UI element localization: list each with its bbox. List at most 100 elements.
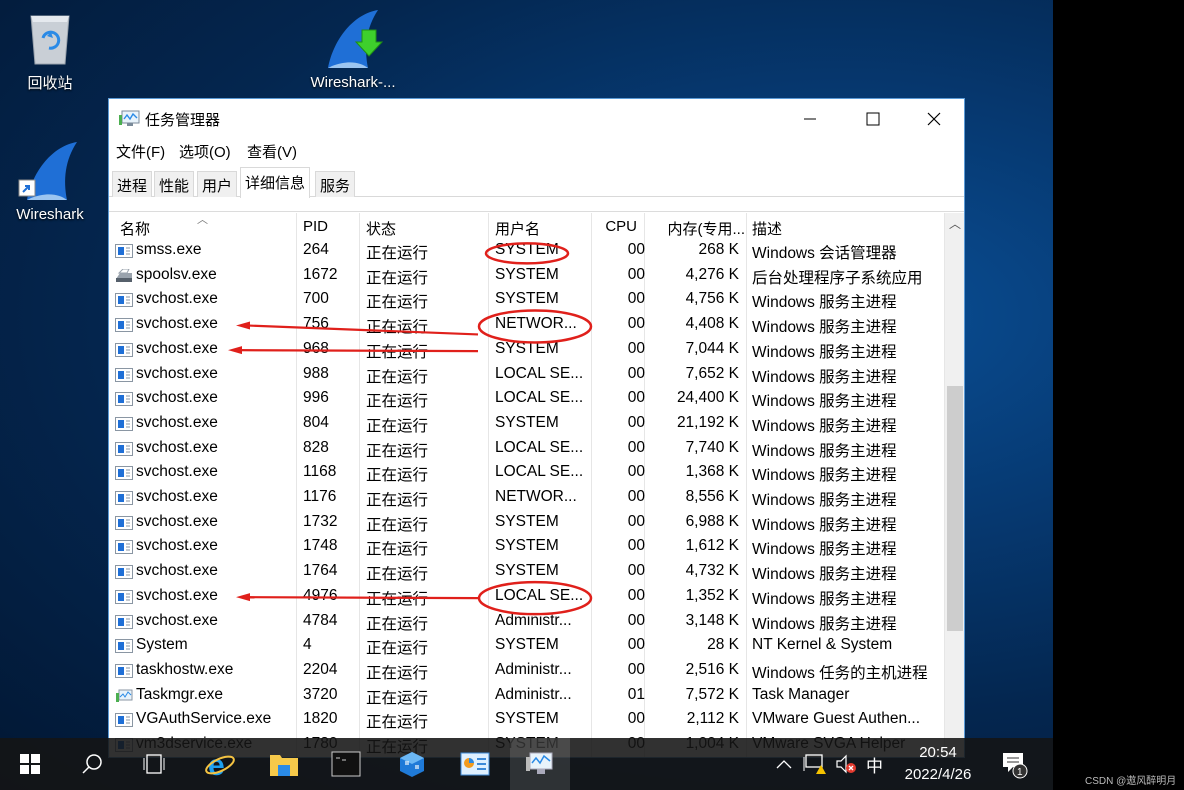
process-description: Windows 服务主进程 [752,562,942,584]
taskbar-command-prompt[interactable] [322,738,370,790]
process-status: 正在运行 [366,686,491,708]
network-status-button[interactable] [800,738,828,790]
scroll-up-arrow-icon[interactable]: ︿ [945,213,965,233]
title-bar[interactable]: 任务管理器 [109,99,964,139]
process-cpu: 00 [595,661,645,679]
process-row[interactable]: svchost.exe1176正在运行NETWOR...008,556 KWin… [109,486,944,511]
column-header-cpu[interactable]: CPU [595,213,637,239]
taskbar-task-manager[interactable] [510,738,570,790]
wireshark-installer-icon [318,8,388,70]
process-memory: 2,516 K [645,661,739,679]
process-row[interactable]: taskhostw.exe2204正在运行Administr...002,516… [109,659,944,684]
process-memory: 3,148 K [645,612,739,630]
desktop-icon-label: Wireshark [0,206,100,223]
task-view-button[interactable] [132,738,176,790]
process-name: svchost.exe [136,537,296,555]
process-description: Windows 服务主进程 [752,488,942,510]
tab-details[interactable]: 详细信息 [240,167,310,198]
process-row[interactable]: svchost.exe1764正在运行SYSTEM004,732 KWindow… [109,560,944,585]
clock[interactable]: 20:54 2022/4/26 [888,742,988,786]
tab-processes[interactable]: 进程 [112,171,152,197]
process-name: spoolsv.exe [136,266,296,284]
process-cpu: 00 [595,513,645,531]
process-username: SYSTEM [495,266,595,284]
column-header-pid[interactable]: PID [303,213,363,239]
process-row[interactable]: svchost.exe828正在运行LOCAL SE...007,740 KWi… [109,437,944,462]
cube-app-icon [397,749,427,779]
recycle-bin-icon [23,8,77,68]
maximize-button[interactable] [850,99,896,139]
tab-services[interactable]: 服务 [315,171,355,197]
close-button[interactable] [911,99,957,139]
process-row[interactable]: spoolsv.exe1672正在运行SYSTEM004,276 K后台处理程序… [109,264,944,289]
process-status: 正在运行 [366,463,491,485]
process-name: smss.exe [136,241,296,259]
process-description: VMware Guest Authen... [752,710,942,728]
desktop-icon-wireshark-installer[interactable]: Wireshark-... [303,8,403,91]
process-row[interactable]: svchost.exe968正在运行SYSTEM007,044 KWindows… [109,338,944,363]
action-center-button[interactable]: 1 [992,738,1036,790]
column-header-description[interactable]: 描述 [752,213,932,239]
taskbar-internet-explorer[interactable]: e [196,738,244,790]
process-pid: 4 [303,636,363,654]
process-row[interactable]: svchost.exe756正在运行NETWOR...004,408 KWind… [109,313,944,338]
tab-performance[interactable]: 性能 [154,171,194,197]
scroll-thumb[interactable] [947,386,963,631]
process-row[interactable]: svchost.exe996正在运行LOCAL SE...0024,400 KW… [109,387,944,412]
column-header-memory[interactable]: 内存(专用... [647,213,745,239]
process-pid: 3720 [303,686,363,704]
desktop-icon-recycle-bin[interactable]: 回收站 [0,8,100,93]
process-row[interactable]: System4正在运行SYSTEM0028 KNT Kernel & Syste… [109,634,944,659]
process-row[interactable]: svchost.exe4784正在运行Administr...003,148 K… [109,610,944,635]
process-memory: 7,740 K [645,439,739,457]
process-row[interactable]: svchost.exe1732正在运行SYSTEM006,988 KWindow… [109,511,944,536]
process-cpu: 00 [595,562,645,580]
printer-icon [115,269,133,283]
process-description: Windows 服务主进程 [752,513,942,535]
window-title: 任务管理器 [145,109,220,130]
process-row[interactable]: svchost.exe1168正在运行LOCAL SE...001,368 KW… [109,461,944,486]
taskbar-file-explorer[interactable] [260,738,308,790]
process-row[interactable]: svchost.exe804正在运行SYSTEM0021,192 KWindow… [109,412,944,437]
desktop-icon-label: Wireshark-... [303,74,403,91]
menu-view[interactable]: 查看(V) [247,141,297,162]
process-cpu: 01 [595,686,645,704]
vertical-scrollbar[interactable]: ︿ [944,213,964,758]
volume-button[interactable] [832,738,860,790]
process-name: svchost.exe [136,439,296,457]
desktop-icon-wireshark[interactable]: Wireshark [0,140,100,223]
column-header-status[interactable]: 状态 [366,213,491,239]
start-button[interactable] [8,738,52,790]
input-method-indicator[interactable]: 中 [866,752,883,777]
column-header-username[interactable]: 用户名 [495,213,595,239]
taskbar: e [0,738,1053,790]
show-hidden-icons-button[interactable] [772,738,796,790]
process-row[interactable]: svchost.exe700正在运行SYSTEM004,756 KWindows… [109,288,944,313]
taskbar-server-manager[interactable] [388,738,436,790]
process-row[interactable]: svchost.exe4976正在运行LOCAL SE...001,352 KW… [109,585,944,610]
column-header-name[interactable]: 名称 [120,213,296,239]
menu-options[interactable]: 选项(O) [179,141,231,162]
process-name: svchost.exe [136,290,296,308]
process-row[interactable]: svchost.exe1748正在运行SYSTEM001,612 KWindow… [109,535,944,560]
menu-file[interactable]: 文件(F) [116,141,165,162]
app-window-icon [115,713,133,727]
process-description: Windows 服务主进程 [752,414,942,436]
process-status: 正在运行 [366,266,491,288]
task-manager-icon [115,689,133,703]
process-username: SYSTEM [495,537,595,555]
process-status: 正在运行 [366,513,491,535]
minimize-button[interactable] [787,99,833,139]
process-row[interactable]: svchost.exe988正在运行LOCAL SE...007,652 KWi… [109,363,944,388]
search-button[interactable] [70,738,114,790]
process-row[interactable]: VGAuthService.exe1820正在运行SYSTEM002,112 K… [109,708,944,733]
process-row[interactable]: smss.exe264正在运行SYSTEM00268 KWindows 会话管理… [109,239,944,264]
process-pid: 1732 [303,513,363,531]
process-row[interactable]: Taskmgr.exe3720正在运行Administr...017,572 K… [109,684,944,709]
taskbar-control-panel[interactable] [450,738,500,790]
process-description: Windows 服务主进程 [752,587,942,609]
process-pid: 996 [303,389,363,407]
tab-users[interactable]: 用户 [197,171,237,197]
process-name: svchost.exe [136,389,296,407]
process-name: VGAuthService.exe [136,710,296,728]
